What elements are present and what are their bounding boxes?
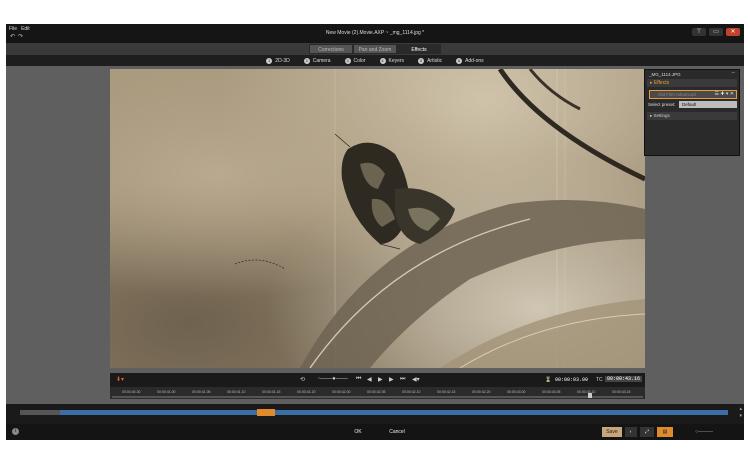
effects-header[interactable]: ▸ Effects xyxy=(647,79,737,87)
ruler-track xyxy=(112,396,643,398)
scrub-track[interactable] xyxy=(20,410,728,415)
category-camera[interactable]: 2 Camera xyxy=(303,57,331,64)
effect-name: Old Film Advanced xyxy=(658,92,696,97)
ruler-tick: 00:00:43.00 xyxy=(507,390,526,394)
category-2d-3d[interactable]: 1 2D-3D xyxy=(266,57,290,64)
fullscreen-icon[interactable]: ⤢ xyxy=(640,427,654,437)
editor-window: File Edit ↶ ↷ New Movie (2).Movie.AXP ~ … xyxy=(6,24,744,440)
volume-icon[interactable]: ◀▾ xyxy=(412,376,420,383)
step-back-icon[interactable]: ◀ xyxy=(367,376,372,383)
butterfly-photo xyxy=(234,69,645,368)
category-label: Camera xyxy=(312,57,331,64)
ruler-tick: 00:00:42.00 xyxy=(332,390,351,394)
ruler-tick: 00:00:43.15 xyxy=(612,390,631,394)
ruler-tick: 00:00:42.10 xyxy=(402,390,421,394)
category-label: 2D-3D xyxy=(275,57,290,64)
scrub-track-start xyxy=(20,410,60,415)
effects-header-label: Effects xyxy=(653,80,670,86)
transport-bar: ⬇▾ ⟲ ◦——●—— ⏮ ◀ ▶ ▶ ⏭ ◀▾ ⌛ 00:00:03.00 T… xyxy=(110,373,645,387)
ruler-tick: 00:00:41.05 xyxy=(192,390,211,394)
maximize-button[interactable]: ▭ xyxy=(709,28,723,36)
ruler-tick: 00:00:41.20 xyxy=(297,390,316,394)
ruler-tick: 00:00:42.20 xyxy=(472,390,491,394)
tc-label: TC xyxy=(596,377,603,383)
shuttle-slider[interactable]: ◦——●—— xyxy=(318,376,348,382)
ok-button[interactable]: OK xyxy=(346,427,370,437)
view-mode-icon[interactable]: ▤ xyxy=(657,427,673,437)
info-icon[interactable]: i xyxy=(12,428,19,435)
ruler-tick: 00:00:41.10 xyxy=(227,390,246,394)
preset-label: Select preset: xyxy=(648,102,676,107)
title-bar: File Edit ↶ ↷ New Movie (2).Movie.AXP ~ … xyxy=(6,24,744,43)
category-number: 5 xyxy=(418,57,425,64)
audio-icon[interactable]: ◐ xyxy=(625,427,637,437)
category-label: Color xyxy=(353,57,366,64)
play-icon[interactable]: ▶ xyxy=(378,376,383,383)
ruler-tick: 00:00:42.15 xyxy=(437,390,456,394)
category-color[interactable]: 3 Color xyxy=(344,57,366,64)
time-ruler[interactable]: 00:00:40.30 00:00:41.00 00:00:41.05 00:0… xyxy=(110,387,645,399)
category-number: 6 xyxy=(456,57,463,64)
ruler-tick: 00:00:43.10 xyxy=(577,390,596,394)
pin-icon[interactable]: ⊤ xyxy=(692,28,706,36)
preview-image xyxy=(110,69,645,368)
scrub-handle[interactable] xyxy=(257,409,275,416)
go-end-icon[interactable]: ⏭ xyxy=(400,376,405,383)
ruler-tick: 00:00:41.00 xyxy=(157,390,176,394)
zoom-slider[interactable]: ○——— xyxy=(676,427,732,437)
settings-section[interactable]: ▸ Settings xyxy=(647,112,737,120)
category-artistic[interactable]: 5 Artistic xyxy=(418,57,443,64)
ruler-tick: 00:00:43.05 xyxy=(542,390,561,394)
window-title: New Movie (2).Movie.AXP ~ _mg_1114.jpg * xyxy=(325,30,425,36)
file-name: _MG_1114.JPG xyxy=(649,72,681,77)
category-label: Artistic xyxy=(427,57,443,64)
duration-icon: ⌛ xyxy=(545,377,552,383)
duration-timecode[interactable]: 00:00:03.00 xyxy=(555,377,588,383)
go-start-icon[interactable]: ⏮ xyxy=(356,376,361,383)
tab-corrections[interactable]: Corrections xyxy=(309,44,353,54)
marker-icon[interactable]: ⬇▾ xyxy=(116,376,124,383)
category-label: Add-ons xyxy=(465,57,484,64)
ruler-tick: 00:00:40.30 xyxy=(122,390,141,394)
footer-tools: Save ◐ ⤢ ▤ ○——— xyxy=(602,427,732,437)
cancel-button[interactable]: Cancel xyxy=(381,427,413,437)
current-timecode[interactable]: 00:00:43.16 xyxy=(605,376,643,382)
tab-pan-and-zoom[interactable]: Pan and Zoom xyxy=(353,44,397,54)
category-number: 2 xyxy=(303,57,310,64)
playhead[interactable] xyxy=(588,393,592,398)
effect-categories: 1 2D-3D 2 Camera 3 Color 4 Keyers 5 Artistic … xyxy=(6,55,744,66)
step-forward-icon[interactable]: ▶ xyxy=(389,376,394,383)
effect-settings-panel: _MG_1114.JPG – ▸ Effects Old Film Advanc… xyxy=(644,69,740,156)
preset-select[interactable]: Default xyxy=(679,101,737,108)
panel-collapse-button[interactable]: – xyxy=(732,70,735,76)
settings-label: Settings xyxy=(653,113,670,118)
footer-bar: i OK Cancel Save ◐ ⤢ ▤ ○——— xyxy=(6,424,744,440)
category-label: Keyers xyxy=(388,57,405,64)
category-add-ons[interactable]: 6 Add-ons xyxy=(456,57,484,64)
scrubber-bar: ▴ ▾ xyxy=(6,404,744,424)
close-button[interactable]: ✕ xyxy=(726,28,740,36)
effect-item-old-film[interactable]: Old Film Advanced ☰ ✚ ▾ ✕ xyxy=(649,90,737,99)
category-number: 4 xyxy=(379,57,386,64)
scroll-arrows-icon[interactable]: ▴ ▾ xyxy=(739,406,742,420)
mode-tabs: Corrections Pan and Zoom Effects xyxy=(6,43,744,55)
tab-effects[interactable]: Effects xyxy=(397,44,441,54)
category-keyers[interactable]: 4 Keyers xyxy=(379,57,405,64)
window-controls: ⊤ ▭ ✕ xyxy=(692,28,740,36)
loop-icon[interactable]: ⟲ xyxy=(300,376,305,383)
preset-value: Default xyxy=(682,102,697,107)
ruler-tick: 00:00:41.15 xyxy=(262,390,281,394)
category-number: 1 xyxy=(266,57,273,64)
effect-actions-icon[interactable]: ☰ ✚ ▾ ✕ xyxy=(714,91,734,98)
ruler-tick: 00:00:42.05 xyxy=(367,390,386,394)
save-button[interactable]: Save xyxy=(602,427,622,437)
category-number: 3 xyxy=(344,57,351,64)
